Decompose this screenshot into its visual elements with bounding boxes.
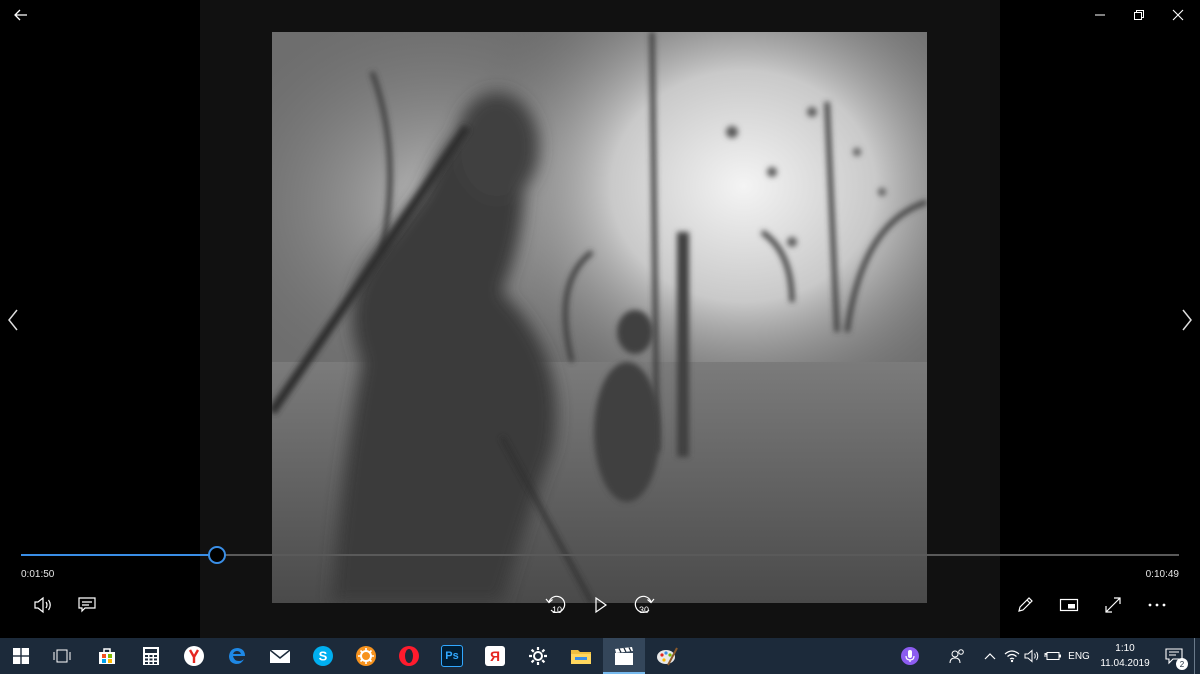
file-explorer-icon xyxy=(571,650,591,664)
volume-button[interactable] xyxy=(30,592,56,618)
restore-icon xyxy=(1134,10,1144,20)
taskbar-app-file-explorer[interactable] xyxy=(560,638,602,674)
movies-tv-icon xyxy=(615,647,633,665)
seek-bar-progress xyxy=(21,554,218,556)
edge-icon xyxy=(229,648,245,664)
network-button[interactable] xyxy=(1002,638,1022,674)
photoshop-icon: Ps xyxy=(441,645,463,667)
task-view-icon xyxy=(53,649,71,663)
yandex-icon: Я xyxy=(485,646,505,666)
close-icon xyxy=(1172,9,1184,21)
taskbar-app-edge[interactable] xyxy=(216,638,258,674)
current-time: 0:01:50 xyxy=(21,569,55,580)
skip-forward-label: 30 xyxy=(639,605,649,615)
taskbar-app-skype[interactable]: S xyxy=(302,638,344,674)
minimize-icon xyxy=(1095,14,1105,16)
clock-date: 11.04.2019 xyxy=(1100,658,1150,669)
battery-button[interactable] xyxy=(1043,638,1063,674)
mail-icon xyxy=(269,649,291,663)
taskbar-app-mail[interactable] xyxy=(259,638,301,674)
play-icon xyxy=(595,596,608,614)
people-icon xyxy=(949,649,964,664)
subtitles-icon xyxy=(78,597,96,613)
language-indicator[interactable]: ENG xyxy=(1064,638,1094,674)
opera-icon xyxy=(399,646,419,666)
close-button[interactable] xyxy=(1167,4,1189,26)
task-view-button[interactable] xyxy=(42,638,82,674)
taskbar-app-movies-tv[interactable] xyxy=(603,638,645,674)
back-button[interactable] xyxy=(10,4,32,26)
fullscreen-button[interactable] xyxy=(1100,592,1126,618)
taskbar-app-paint[interactable] xyxy=(646,638,688,674)
seek-bar[interactable] xyxy=(21,546,1179,564)
clock-time: 1:10 xyxy=(1115,643,1135,654)
taskbar-app-yandex[interactable]: Я xyxy=(474,638,516,674)
yandex-browser-icon xyxy=(184,646,204,666)
battery-charging-icon xyxy=(1044,652,1061,660)
paint-icon xyxy=(657,647,678,666)
mini-player-icon xyxy=(1059,598,1079,612)
previous-button[interactable] xyxy=(1,306,25,334)
chevron-up-icon xyxy=(984,653,996,660)
arrow-left-icon xyxy=(14,9,27,21)
ellipsis-icon xyxy=(1148,603,1166,607)
total-time: 0:10:49 xyxy=(1145,569,1179,580)
play-button[interactable] xyxy=(587,592,613,618)
taskbar-app-calculator[interactable] xyxy=(130,638,172,674)
forward-30-icon: 30 xyxy=(634,595,655,615)
action-center-button[interactable]: 2 xyxy=(1158,638,1190,674)
store-icon xyxy=(99,648,115,664)
skype-icon: S xyxy=(313,646,333,666)
chevron-left-icon xyxy=(8,309,18,331)
mini-view-button[interactable] xyxy=(1056,592,1082,618)
expand-icon xyxy=(1105,597,1121,613)
windows-logo-icon xyxy=(13,648,29,664)
svg-text:S: S xyxy=(319,649,328,664)
calculator-icon xyxy=(143,647,159,665)
restore-button[interactable] xyxy=(1128,4,1150,26)
skip-back-label: 10 xyxy=(552,605,562,615)
show-hidden-icons-button[interactable] xyxy=(980,638,1000,674)
taskbar-app-photoshop[interactable]: Ps xyxy=(431,638,473,674)
microphone-icon xyxy=(901,647,919,665)
pencil-icon xyxy=(1018,597,1033,612)
video-image xyxy=(272,32,927,603)
taskbar-app-settings[interactable] xyxy=(517,638,559,674)
speaker-icon xyxy=(34,596,51,614)
chevron-right-icon xyxy=(1182,309,1192,331)
skip-back-button[interactable]: 10 xyxy=(543,592,569,618)
taskbar-app-yandex-browser[interactable] xyxy=(173,638,215,674)
minimize-button[interactable] xyxy=(1089,4,1111,26)
notification-count-badge: 2 xyxy=(1176,658,1188,670)
start-button[interactable] xyxy=(0,638,42,674)
media-player-window: 0:01:50 0:10:49 10 30 xyxy=(0,0,1200,638)
video-frame[interactable] xyxy=(272,32,927,603)
cortana-button[interactable] xyxy=(896,638,924,674)
clock[interactable]: 1:10 11.04.2019 xyxy=(1094,641,1156,671)
settings-gear-icon xyxy=(529,647,547,665)
next-button[interactable] xyxy=(1175,306,1199,334)
volume-icon xyxy=(1024,649,1039,663)
volume-tray-button[interactable] xyxy=(1022,638,1042,674)
skip-forward-button[interactable]: 30 xyxy=(631,592,657,618)
people-button[interactable] xyxy=(946,638,970,674)
taskbar-app-opera[interactable] xyxy=(388,638,430,674)
show-desktop-button[interactable] xyxy=(1194,638,1200,674)
taskbar-app-settings-orange[interactable] xyxy=(345,638,387,674)
edit-button[interactable] xyxy=(1012,592,1038,618)
wifi-icon xyxy=(1004,650,1020,663)
settings-app-icon xyxy=(356,646,376,666)
captions-button[interactable] xyxy=(74,592,100,618)
taskbar-app-store[interactable] xyxy=(86,638,128,674)
rewind-10-icon: 10 xyxy=(545,595,566,615)
more-options-button[interactable] xyxy=(1144,592,1170,618)
taskbar: S Ps Я ENG 1:10 11.04.2019 2 xyxy=(0,638,1200,674)
